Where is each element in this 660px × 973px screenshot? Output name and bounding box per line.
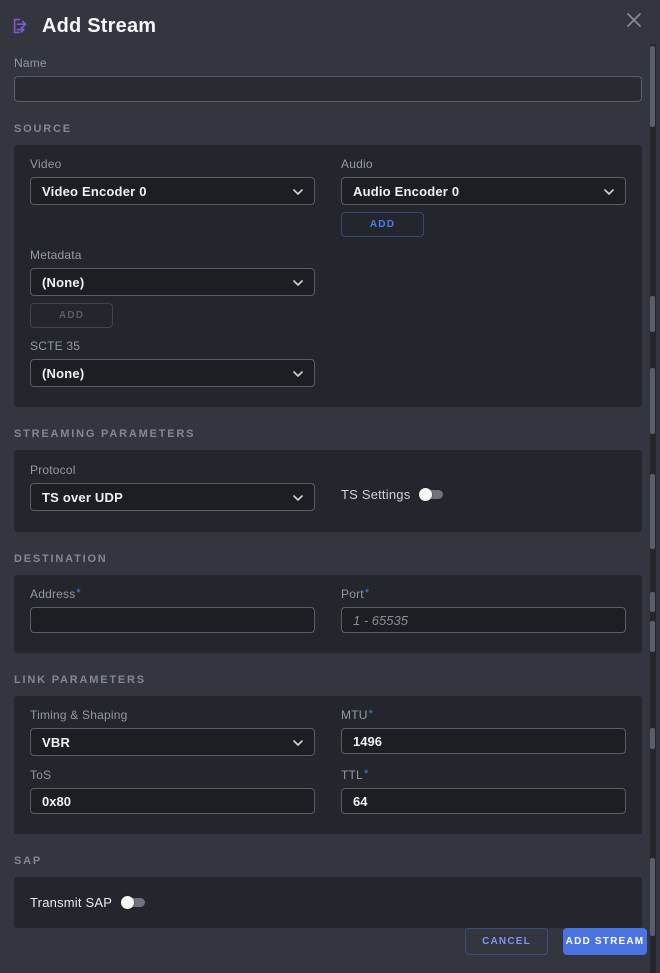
sap-panel: Transmit SAP (14, 877, 642, 928)
audio-select-value: Audio Encoder 0 (353, 184, 459, 199)
name-label: Name (14, 56, 642, 70)
ts-settings-label: TS Settings (341, 487, 410, 502)
add-stream-dialog: Add Stream Name SOURCE Video Video Encod… (0, 0, 660, 973)
timing-shaping-select[interactable]: VBR (30, 728, 315, 756)
scte35-select-value: (None) (42, 366, 84, 381)
source-heading: SOURCE (14, 123, 642, 135)
cancel-button[interactable]: CANCEL (465, 928, 548, 955)
address-input[interactable] (30, 607, 315, 633)
video-field: Video Video Encoder 0 (30, 157, 315, 237)
chevron-down-icon (293, 733, 303, 751)
timing-shaping-select-value: VBR (42, 735, 70, 750)
chevron-down-icon (293, 364, 303, 382)
mtu-label: MTU (341, 708, 368, 722)
transmit-sap-label: Transmit SAP (30, 895, 112, 910)
scrollbar-thumb-segment (650, 621, 655, 652)
toggle-knob (121, 896, 134, 909)
mtu-field: MTU* (341, 708, 626, 756)
mtu-input[interactable] (341, 728, 626, 754)
streaming-parameters-heading: STREAMING PARAMETERS (14, 428, 642, 440)
dialog-footer: CANCEL ADD STREAM (465, 928, 647, 955)
metadata-field: Metadata (None) ADD (30, 248, 315, 328)
chevron-down-icon (293, 182, 303, 200)
ttl-label: TTL (341, 768, 363, 782)
scrollbar-thumb-segment (650, 474, 655, 549)
add-stream-button[interactable]: ADD STREAM (563, 928, 647, 955)
link-parameters-heading: LINK PARAMETERS (14, 674, 642, 686)
audio-field: Audio Audio Encoder 0 ADD (341, 157, 626, 237)
chevron-down-icon (604, 182, 614, 200)
protocol-field: Protocol TS over UDP (30, 463, 315, 511)
destination-panel: Address* Port* (14, 575, 642, 653)
ts-settings-toggle[interactable] (419, 488, 443, 501)
port-input[interactable] (341, 607, 626, 633)
scrollbar-track[interactable] (650, 44, 656, 973)
scrollbar-thumb-segment (650, 46, 655, 127)
chevron-down-icon (293, 273, 303, 291)
address-label: Address (30, 587, 75, 601)
protocol-label: Protocol (30, 463, 315, 477)
scrollbar-thumb-segment (650, 296, 655, 332)
audio-label: Audio (341, 157, 626, 171)
scrollbar-thumb-segment (650, 858, 655, 936)
port-required-asterisk: * (365, 587, 369, 599)
address-field: Address* (30, 587, 315, 633)
metadata-add-button[interactable]: ADD (30, 303, 113, 328)
protocol-select[interactable]: TS over UDP (30, 483, 315, 511)
dialog-title: Add Stream (42, 15, 156, 38)
sap-heading: SAP (14, 855, 642, 867)
tos-input[interactable] (30, 788, 315, 814)
metadata-label: Metadata (30, 248, 315, 262)
stream-output-icon (8, 13, 34, 39)
port-label: Port (341, 587, 364, 601)
mtu-required-asterisk: * (369, 708, 373, 720)
video-label: Video (30, 157, 315, 171)
transmit-sap-toggle[interactable] (121, 896, 145, 909)
destination-heading: DESTINATION (14, 553, 642, 565)
timing-shaping-field: Timing & Shaping VBR (30, 708, 315, 756)
protocol-select-value: TS over UDP (42, 490, 123, 505)
audio-select[interactable]: Audio Encoder 0 (341, 177, 626, 205)
scte35-field: SCTE 35 (None) (30, 339, 315, 387)
name-input[interactable] (14, 76, 642, 102)
scrollbar-thumb-segment (650, 728, 655, 749)
scrollbar-thumb-segment (650, 592, 655, 612)
scte35-label: SCTE 35 (30, 339, 315, 353)
timing-shaping-label: Timing & Shaping (30, 708, 315, 722)
toggle-knob (419, 488, 432, 501)
port-field: Port* (341, 587, 626, 633)
close-button[interactable] (622, 9, 646, 33)
close-icon (625, 11, 643, 32)
chevron-down-icon (293, 488, 303, 506)
tos-label: ToS (30, 768, 315, 782)
scte35-select[interactable]: (None) (30, 359, 315, 387)
metadata-select-value: (None) (42, 275, 84, 290)
ttl-input[interactable] (341, 788, 626, 814)
video-select[interactable]: Video Encoder 0 (30, 177, 315, 205)
source-panel: Video Video Encoder 0 Audio Audio Encode… (14, 145, 642, 407)
tos-field: ToS (30, 768, 315, 814)
video-select-value: Video Encoder 0 (42, 184, 147, 199)
streaming-parameters-panel: Protocol TS over UDP TS Settings (14, 450, 642, 532)
dialog-header: Add Stream (0, 0, 660, 39)
link-parameters-panel: Timing & Shaping VBR MTU* (14, 696, 642, 834)
ttl-required-asterisk: * (364, 768, 368, 780)
audio-add-button[interactable]: ADD (341, 212, 424, 237)
ttl-field: TTL* (341, 768, 626, 814)
name-field-block: Name (14, 56, 642, 102)
scrollbar-thumb-segment (650, 368, 655, 434)
metadata-select[interactable]: (None) (30, 268, 315, 296)
address-required-asterisk: * (76, 587, 80, 599)
